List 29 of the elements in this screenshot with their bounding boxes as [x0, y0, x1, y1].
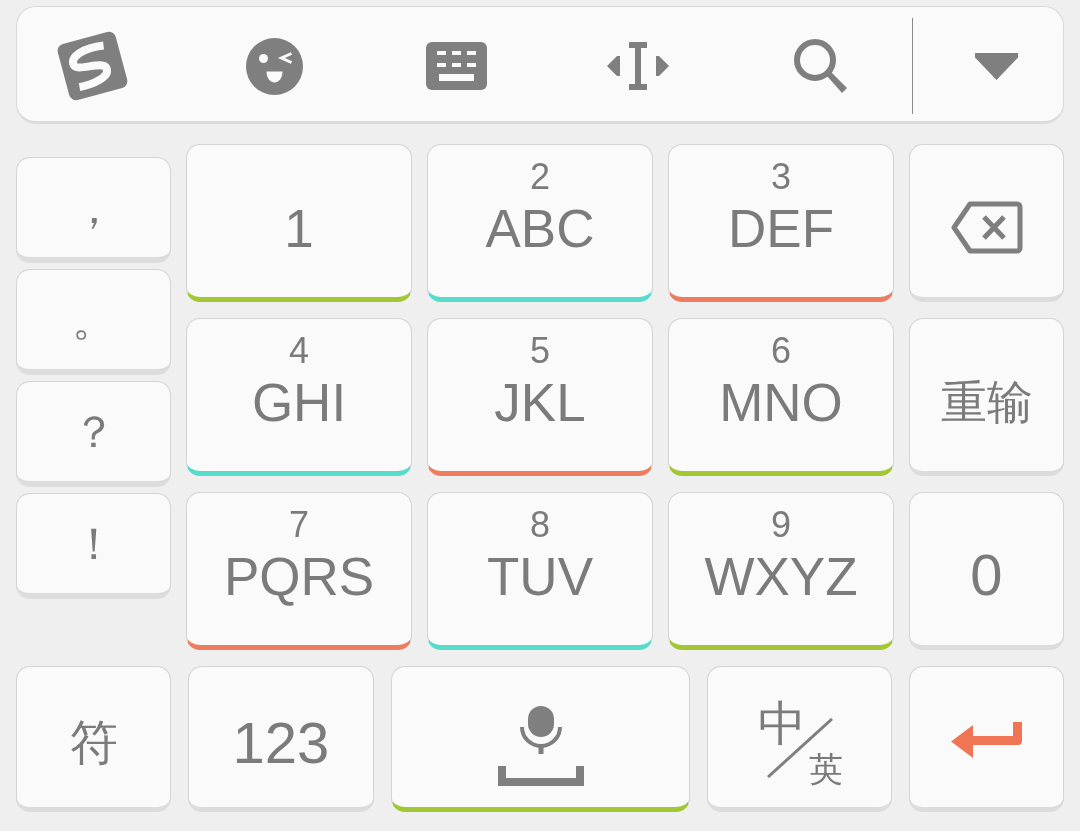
- keyboard-icon[interactable]: [425, 42, 487, 90]
- backspace-key[interactable]: [909, 144, 1064, 302]
- numbers-key[interactable]: 123: [188, 666, 374, 812]
- digit-key[interactable]: 1: [186, 144, 412, 302]
- digit-key[interactable]: 3 DEF: [668, 144, 894, 302]
- symbols-key[interactable]: 符: [16, 666, 171, 812]
- text-cursor-icon[interactable]: [607, 42, 669, 90]
- microphone-icon: [497, 705, 584, 787]
- digit-key[interactable]: 4 GHI: [186, 318, 412, 476]
- zero-key[interactable]: 0: [909, 492, 1064, 650]
- digit-key[interactable]: 8 TUV: [427, 492, 653, 650]
- digit-key[interactable]: 6 MNO: [668, 318, 894, 476]
- caret-down-icon[interactable]: [974, 52, 1018, 80]
- emoji-icon[interactable]: [245, 37, 303, 95]
- punctuation-key[interactable]: ！: [16, 493, 171, 599]
- punctuation-key[interactable]: ，: [16, 157, 171, 263]
- retype-key[interactable]: 重输: [909, 318, 1064, 476]
- digit-key[interactable]: 7 PQRS: [186, 492, 412, 650]
- digit-key[interactable]: 5 JKL: [427, 318, 653, 476]
- voice-key[interactable]: [391, 666, 690, 812]
- digit-key[interactable]: 9 WXYZ: [668, 492, 894, 650]
- punctuation-key[interactable]: 。: [16, 269, 171, 375]
- search-icon[interactable]: [793, 39, 847, 93]
- backspace-icon: [950, 200, 1023, 254]
- digit-key[interactable]: 2 ABC: [427, 144, 653, 302]
- language-key[interactable]: 中 英: [707, 666, 892, 812]
- enter-key[interactable]: [909, 666, 1064, 812]
- punctuation-key[interactable]: ？: [16, 381, 171, 487]
- enter-icon: [950, 721, 1023, 759]
